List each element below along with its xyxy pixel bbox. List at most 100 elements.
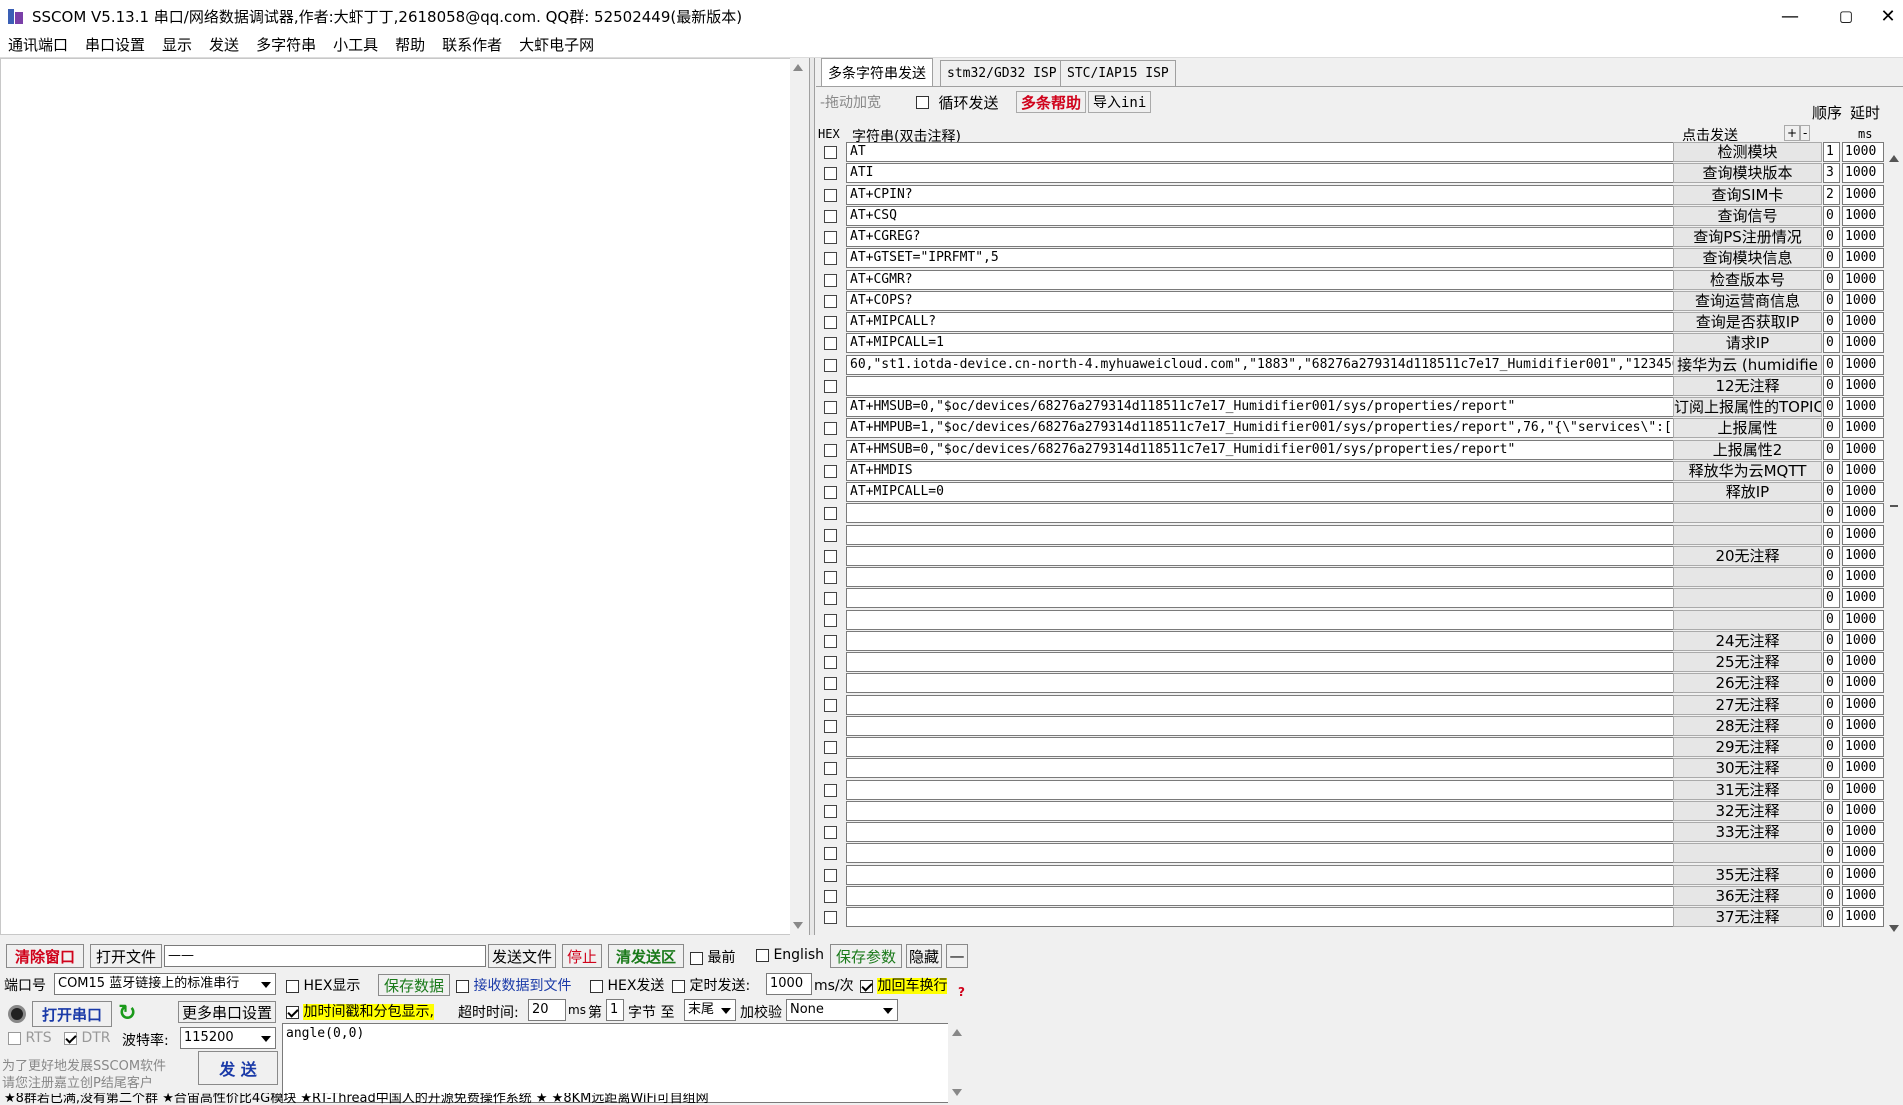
row-order-field[interactable]: 0 — [1823, 397, 1840, 417]
row-order-field[interactable]: 0 — [1823, 758, 1840, 779]
scroll-down-icon[interactable] — [793, 922, 803, 929]
nth-field[interactable]: 1 — [606, 999, 624, 1021]
row-delay-field[interactable]: 1000 — [1842, 630, 1884, 651]
row-hex-checkbox[interactable] — [824, 783, 837, 797]
row-order-field[interactable]: 0 — [1823, 843, 1840, 864]
row-string-field[interactable]: AT+HMSUB=0,"$oc/devices/68276a279314d118… — [846, 397, 1677, 417]
row-send-button[interactable]: 33无注释 — [1673, 822, 1822, 842]
row-send-button[interactable]: 上报属性2 — [1673, 439, 1822, 460]
row-order-field[interactable]: 0 — [1823, 907, 1840, 927]
scroll-up-icon[interactable] — [952, 1029, 962, 1036]
row-order-field[interactable]: 0 — [1823, 545, 1840, 566]
close-button[interactable]: ✕ — [1860, 0, 1903, 32]
row-order-field[interactable]: 0 — [1823, 205, 1840, 226]
row-string-field[interactable]: AT — [846, 142, 1677, 162]
row-string-field[interactable]: 60,"st1.iotda-device.cn-north-4.myhuawei… — [846, 354, 1677, 375]
row-hex-checkbox[interactable] — [824, 464, 837, 478]
menu-serial-settings[interactable]: 串口设置 — [77, 34, 154, 55]
scroll-up-icon[interactable] — [793, 64, 803, 71]
row-order-field[interactable]: 0 — [1823, 737, 1840, 757]
hide-button[interactable]: 隐藏 — [906, 944, 942, 968]
row-send-button[interactable] — [1673, 567, 1822, 587]
row-string-field[interactable] — [846, 800, 1677, 821]
row-order-field[interactable]: 0 — [1823, 822, 1840, 842]
tab-multi-string[interactable]: 多条字符串发送 — [821, 58, 933, 86]
row-hex-checkbox[interactable] — [824, 889, 837, 903]
row-order-field[interactable]: 0 — [1823, 567, 1840, 587]
row-send-button[interactable]: 31无注释 — [1673, 779, 1822, 800]
row-delay-field[interactable]: 1000 — [1842, 843, 1884, 864]
row-string-field[interactable] — [846, 843, 1677, 864]
row-string-field[interactable]: AT+CPIN? — [846, 184, 1677, 205]
row-hex-checkbox[interactable] — [824, 719, 837, 733]
row-send-button[interactable]: 查询是否获取IP — [1673, 312, 1822, 332]
panel-splitter[interactable] — [809, 58, 815, 935]
row-order-field[interactable]: 2 — [1823, 184, 1840, 205]
row-delay-field[interactable]: 1000 — [1842, 715, 1884, 736]
row-delay-field[interactable]: 1000 — [1842, 439, 1884, 460]
row-string-field[interactable] — [846, 673, 1677, 694]
row-send-button[interactable]: 36无注释 — [1673, 885, 1822, 906]
row-hex-checkbox[interactable] — [824, 443, 837, 457]
row-delay-field[interactable]: 1000 — [1842, 822, 1884, 842]
send-scrollbar[interactable] — [948, 1023, 966, 1103]
minimize-button[interactable]: — — [1762, 0, 1818, 32]
menu-send[interactable]: 发送 — [201, 34, 248, 55]
row-string-field[interactable] — [846, 630, 1677, 651]
row-hex-checkbox[interactable] — [824, 549, 837, 563]
recv-to-file-checkbox[interactable]: 接收数据到文件 — [456, 975, 571, 995]
tab-stm32-isp[interactable]: stm32/GD32 ISP — [940, 60, 1064, 86]
interval-field[interactable]: 1000 — [766, 973, 812, 995]
row-string-field[interactable] — [846, 375, 1677, 396]
row-order-field[interactable]: 3 — [1823, 163, 1840, 184]
row-delay-field[interactable]: 1000 — [1842, 312, 1884, 332]
row-hex-checkbox[interactable] — [824, 337, 837, 351]
timed-send-checkbox[interactable]: 定时发送: — [672, 975, 750, 995]
open-port-button[interactable]: 打开串口 — [32, 1001, 112, 1027]
menu-display[interactable]: 显示 — [154, 34, 201, 55]
dtr-checkbox[interactable]: DTR — [64, 1030, 111, 1046]
row-hex-checkbox[interactable] — [824, 613, 837, 627]
row-hex-checkbox[interactable] — [824, 592, 837, 606]
add-row-button[interactable]: + — [1784, 125, 1801, 141]
row-order-field[interactable]: 0 — [1823, 652, 1840, 672]
row-string-field[interactable]: AT+MIPCALL? — [846, 312, 1677, 332]
add-crlf-checkbox[interactable]: 加回车换行 — [860, 975, 948, 995]
row-string-field[interactable]: AT+CGMR? — [846, 269, 1677, 290]
row-send-button[interactable]: 32无注释 — [1673, 800, 1822, 821]
row-delay-field[interactable]: 1000 — [1842, 524, 1884, 545]
send-file-button[interactable]: 发送文件 — [488, 944, 556, 968]
row-hex-checkbox[interactable] — [824, 316, 837, 329]
rts-checkbox[interactable]: RTS — [8, 1030, 52, 1046]
row-delay-field[interactable]: 1000 — [1842, 142, 1884, 162]
row-hex-checkbox[interactable] — [824, 847, 837, 861]
menu-tools[interactable]: 小工具 — [325, 34, 387, 55]
row-string-field[interactable] — [846, 907, 1677, 927]
row-send-button[interactable]: 请求IP — [1673, 333, 1822, 354]
row-delay-field[interactable]: 1000 — [1842, 269, 1884, 290]
row-send-button[interactable]: 释放IP — [1673, 482, 1822, 502]
row-hex-checkbox[interactable] — [824, 273, 837, 287]
row-delay-field[interactable]: 1000 — [1842, 163, 1884, 184]
row-order-field[interactable]: 0 — [1823, 524, 1840, 545]
row-order-field[interactable]: 0 — [1823, 715, 1840, 736]
scrollbar-thumb[interactable] — [1890, 505, 1898, 507]
row-string-field[interactable]: AT+MIPCALL=0 — [846, 482, 1677, 502]
save-data-button[interactable]: 保存数据 — [378, 974, 450, 996]
row-delay-field[interactable]: 1000 — [1842, 800, 1884, 821]
refresh-icon[interactable]: ↻ — [118, 1001, 136, 1026]
row-hex-checkbox[interactable] — [824, 294, 837, 308]
row-delay-field[interactable]: 1000 — [1842, 588, 1884, 609]
row-hex-checkbox[interactable] — [824, 358, 837, 372]
row-hex-checkbox[interactable] — [824, 146, 837, 159]
scroll-up-icon[interactable] — [1889, 155, 1899, 162]
row-string-field[interactable] — [846, 885, 1677, 906]
row-string-field[interactable]: AT+COPS? — [846, 290, 1677, 311]
row-send-button[interactable]: 接华为云 (humidifie — [1673, 354, 1822, 375]
always-on-top-checkbox[interactable]: 最前 — [690, 947, 735, 967]
row-hex-checkbox[interactable] — [824, 507, 837, 521]
row-order-field[interactable]: 0 — [1823, 864, 1840, 885]
row-hex-checkbox[interactable] — [824, 528, 837, 542]
row-send-button[interactable]: 查询信号 — [1673, 205, 1822, 226]
row-send-button[interactable] — [1673, 503, 1822, 524]
